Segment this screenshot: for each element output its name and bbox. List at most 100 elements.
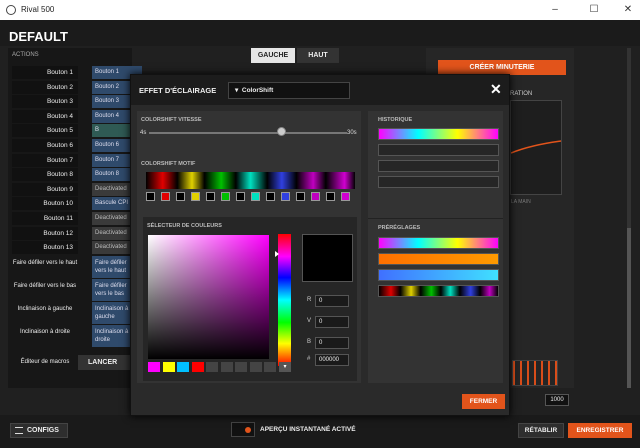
pattern-color-stop[interactable] [161, 192, 170, 201]
history-item[interactable] [378, 144, 499, 156]
action-row-label: Bouton 9 [12, 182, 78, 196]
action-row: Bouton 2 Bouton 2 [12, 80, 142, 94]
color-swatch[interactable] [162, 362, 175, 372]
pattern-color-stop[interactable] [206, 192, 215, 201]
color-swatch[interactable] [191, 362, 204, 372]
pattern-color-stop[interactable] [191, 192, 200, 201]
speed-label: COLORSHIFT VITESSE [141, 117, 202, 123]
action-row: Bouton 8 Bouton 8 [12, 168, 142, 182]
acceleration-graph[interactable] [510, 100, 562, 195]
actions-label: ACTIONS [12, 52, 39, 58]
polling-value-field[interactable]: 1000 [545, 394, 569, 406]
pattern-color-stop[interactable] [221, 192, 230, 201]
action-row: Bouton 7 Bouton 7 [12, 153, 142, 167]
b-field[interactable]: 0 [315, 337, 349, 349]
live-preview-label: APERÇU INSTANTANÉ ACTIVÉ [260, 426, 356, 433]
color-preview [302, 234, 353, 282]
preset-rainbow[interactable] [378, 237, 499, 249]
history-item[interactable] [378, 160, 499, 172]
lighting-effect-dialog: EFFET D'ÉCLAIRAGE ▾ ColorShift ✕ COLORSH… [130, 74, 510, 416]
color-swatch[interactable] [249, 362, 262, 372]
app-icon [6, 5, 16, 15]
hue-slider-handle[interactable] [275, 251, 279, 257]
action-row-label: Bouton 4 [12, 109, 78, 123]
title-bar: Rival 500 – ☐ ✕ [0, 0, 640, 20]
tab-top-view[interactable]: HAUT [297, 48, 339, 63]
color-swatch[interactable] [177, 362, 189, 372]
maximize-icon[interactable]: ☐ [587, 3, 601, 17]
scroll-action-row: Inclinaison à droite Inclinaison à droite [12, 325, 142, 347]
pattern-color-stop[interactable] [326, 192, 335, 201]
reset-button[interactable]: RÉTABLIR [518, 423, 564, 438]
action-row-label: Bouton 2 [12, 80, 78, 94]
live-preview-toggle[interactable] [231, 422, 255, 437]
window-title: Rival 500 [21, 5, 55, 14]
preset-orange[interactable] [378, 253, 499, 265]
pattern-color-stop[interactable] [311, 192, 320, 201]
color-swatch[interactable] [220, 362, 233, 372]
action-row-label: Bouton 10 [12, 197, 78, 211]
preset-colorshift[interactable] [378, 285, 499, 297]
configs-button[interactable]: CONFIGS [10, 423, 68, 438]
pattern-color-stop[interactable] [341, 192, 350, 201]
action-row: Bouton 10 Bascule CPI [12, 197, 142, 211]
pattern-color-stop[interactable] [176, 192, 185, 201]
hand-label: LA MAIN [511, 199, 531, 205]
hue-slider[interactable] [278, 234, 291, 366]
launch-button[interactable]: LANCER [78, 355, 132, 370]
swatch-dropdown-icon[interactable]: ▾ [279, 362, 291, 372]
preset-blue[interactable] [378, 269, 499, 281]
save-button[interactable]: ENREGISTRER [568, 423, 632, 438]
close-window-icon[interactable]: ✕ [621, 3, 635, 17]
color-swatch[interactable] [264, 362, 276, 372]
minimize-icon[interactable]: – [548, 3, 562, 17]
action-row: Bouton 3 Bouton 3 [12, 95, 142, 109]
v-field[interactable]: 0 [315, 316, 349, 328]
history-item[interactable] [378, 176, 499, 188]
v-label: V [307, 318, 312, 324]
pattern-color-stop[interactable] [251, 192, 260, 201]
pattern-color-stop[interactable] [266, 192, 275, 201]
create-timer-button[interactable]: CRÉER MINUTERIE [438, 60, 566, 75]
speed-slider-track[interactable] [149, 132, 347, 134]
action-row-label: Bouton 5 [12, 124, 78, 138]
action-row: Bouton 12 Deactivated [12, 226, 142, 240]
hex-field[interactable]: 000000 [315, 354, 349, 366]
dialog-title: EFFET D'ÉCLAIRAGE [139, 86, 217, 95]
pattern-color-stop[interactable] [146, 192, 155, 201]
tab-left-view[interactable]: GAUCHE [251, 48, 295, 63]
menu-icon [15, 427, 23, 434]
pattern-color-stop[interactable] [281, 192, 290, 201]
speed-slider-handle[interactable] [277, 127, 286, 136]
close-dialog-button[interactable]: FERMER [462, 394, 505, 409]
saturation-value-square[interactable] [148, 235, 269, 359]
configs-label: CONFIGS [27, 427, 59, 434]
action-row-label: Bouton 6 [12, 139, 78, 152]
color-swatch[interactable] [235, 362, 247, 372]
ration-label: RATION [510, 91, 533, 97]
presets-label: PRÉRÉGLAGES [378, 225, 421, 231]
action-row-label: Bouton 11 [12, 212, 78, 225]
action-row-label: Bouton 13 [12, 241, 78, 255]
r-field[interactable]: 0 [315, 295, 349, 307]
color-swatch[interactable] [148, 362, 160, 372]
close-icon[interactable]: ✕ [490, 81, 502, 98]
pattern-color-stop[interactable] [236, 192, 245, 201]
action-row: Bouton 4 Bouton 4 [12, 109, 142, 123]
b-label: B [307, 339, 312, 345]
r-label: R [307, 297, 312, 303]
color-picker-label: SÉLECTEUR DE COULEURS [147, 223, 222, 229]
pattern-color-stop[interactable] [296, 192, 305, 201]
acceleration-curve [510, 140, 562, 154]
scroll-action-label: Inclinaison à gauche [17, 306, 73, 312]
color-swatch[interactable] [206, 362, 218, 372]
action-row-label: Bouton 8 [12, 168, 78, 182]
scroll-action-label: Inclinaison à droite [19, 329, 71, 335]
pattern-label: COLORSHIFT MOTIF [141, 161, 196, 167]
history-item[interactable] [378, 128, 499, 140]
colorshift-gradient-bar[interactable] [146, 172, 355, 189]
illumination-pattern-preview [512, 360, 558, 386]
scrollbar[interactable] [627, 48, 631, 388]
effect-mode-select[interactable]: ▾ ColorShift [228, 82, 350, 99]
scrollbar-thumb[interactable] [627, 228, 631, 388]
